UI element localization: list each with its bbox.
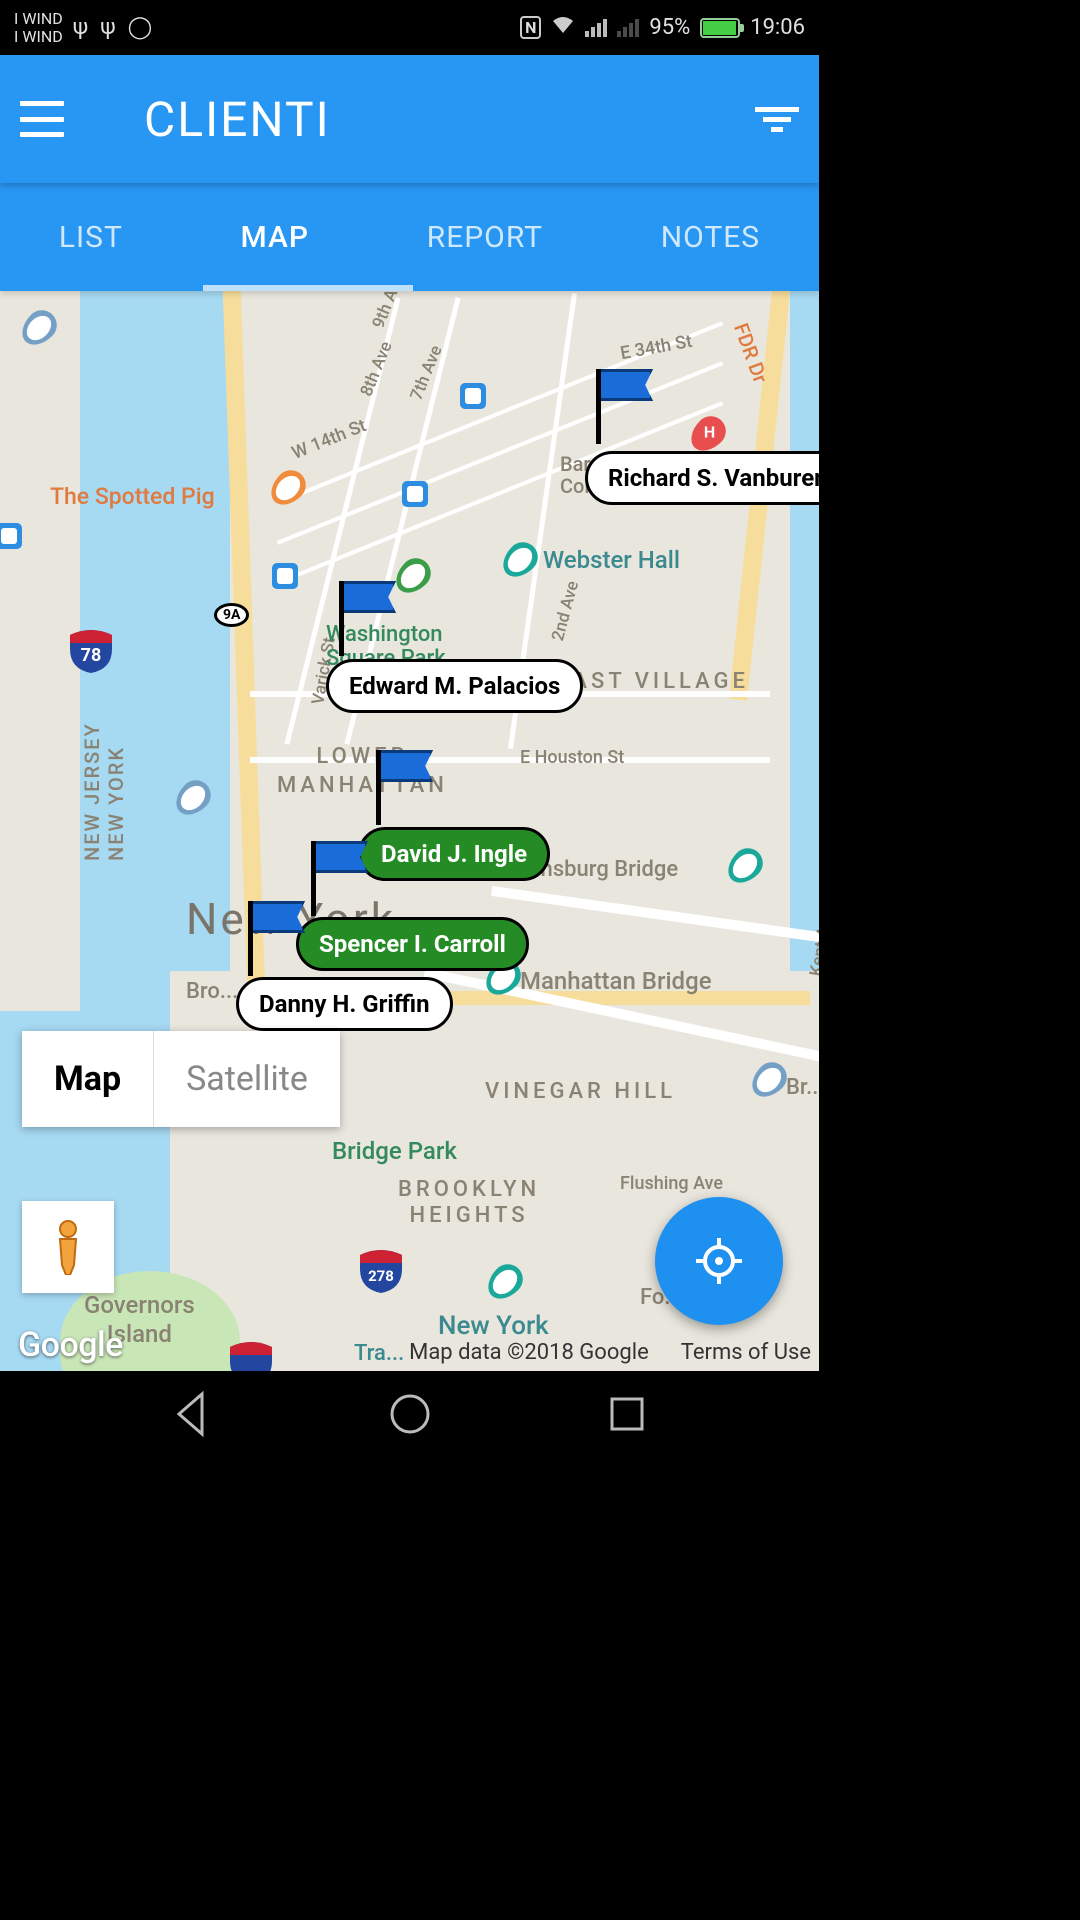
area-label: Br...	[786, 1075, 819, 1100]
status-bar: I WIND I WIND ψ ψ ◯ N 95% 19:06	[0, 0, 819, 55]
street-label: Kent Ave	[806, 908, 819, 978]
area-label: BROOKLYN HEIGHTS	[398, 1177, 540, 1230]
streetview-button[interactable]	[22, 1201, 114, 1293]
battery-icon	[700, 18, 740, 38]
system-nav-bar	[0, 1371, 819, 1456]
tab-notes[interactable]: NOTES	[653, 210, 768, 265]
client-pin[interactable]	[376, 750, 381, 825]
client-label[interactable]: Richard S. Vanburen	[585, 451, 819, 505]
app-bar: CLIENTI	[0, 55, 819, 183]
interstate-shield-icon	[228, 1341, 274, 1371]
tab-list[interactable]: LIST	[51, 210, 131, 265]
client-pin[interactable]	[311, 841, 316, 916]
map-canvas[interactable]: E 34th St FDR Dr W 14th St 8th Ave 7th A…	[0, 291, 819, 1371]
transit-icon[interactable]	[0, 523, 22, 549]
signal-icon-1	[585, 19, 607, 37]
carrier-label-2: I WIND	[14, 28, 63, 46]
tab-report[interactable]: REPORT	[419, 210, 551, 265]
filter-icon[interactable]	[755, 107, 799, 132]
home-button[interactable]	[385, 1389, 435, 1439]
street-label: Flushing Ave	[620, 1173, 723, 1194]
crosshair-icon	[694, 1236, 744, 1286]
street-label: E Houston St	[520, 747, 624, 768]
poi-label: Webster Hall	[543, 546, 680, 574]
map-type-satellite-button[interactable]: Satellite	[153, 1031, 340, 1127]
client-label[interactable]: Danny H. Griffin	[236, 977, 453, 1031]
transit-icon[interactable]	[402, 481, 428, 507]
map-data-label: Map data ©2018 Google	[409, 1340, 649, 1365]
area-label: EAST VILLAGE	[556, 669, 749, 694]
client-pin[interactable]	[248, 901, 253, 976]
map-attribution: Map data ©2018 Google Terms of Use	[409, 1340, 811, 1365]
usb-icon-2: ψ	[100, 15, 115, 40]
page-title: CLIENTI	[144, 91, 331, 148]
svg-text:278: 278	[368, 1267, 394, 1285]
interstate-shield-icon: 78	[68, 629, 114, 673]
area-label: Bro...	[186, 979, 238, 1004]
area-label: NEW JERSEY NEW YORK	[80, 722, 128, 861]
sync-icon: ◯	[128, 15, 153, 40]
tab-indicator	[203, 285, 413, 291]
terms-link[interactable]: Terms of Use	[681, 1340, 811, 1365]
client-label[interactable]: Spencer I. Carroll	[296, 917, 529, 971]
back-button[interactable]	[167, 1389, 217, 1439]
menu-icon[interactable]	[20, 101, 64, 137]
map-type-toggle: Map Satellite	[22, 1031, 340, 1127]
transit-icon[interactable]	[460, 383, 486, 409]
school-pin-icon[interactable]	[169, 774, 217, 822]
recents-button[interactable]	[602, 1389, 652, 1439]
signal-icon-2	[617, 19, 639, 37]
locate-me-button[interactable]	[655, 1197, 783, 1325]
carrier-label-1: I WIND	[14, 10, 63, 28]
poi-label: The Spotted Pig	[50, 483, 215, 510]
wifi-icon	[551, 15, 575, 41]
status-icons-left: ψ ψ ◯	[73, 15, 152, 40]
clock: 19:06	[750, 15, 805, 40]
client-pin[interactable]	[339, 581, 344, 656]
google-logo: Google	[18, 1325, 123, 1365]
area-label: VINEGAR HILL	[485, 1079, 676, 1104]
nfc-icon: N	[520, 16, 541, 39]
poi-label: Tra...	[354, 1341, 404, 1366]
battery-pct: 95%	[649, 15, 690, 40]
map-type-map-button[interactable]: Map	[22, 1031, 153, 1127]
poi-label: Bridge Park	[332, 1137, 457, 1165]
tab-bar: LIST MAP REPORT NOTES	[0, 183, 819, 291]
svg-text:78: 78	[81, 645, 102, 666]
poi-label: Manhattan Bridge	[520, 967, 712, 995]
client-pin[interactable]	[596, 369, 601, 444]
transit-icon[interactable]	[272, 563, 298, 589]
client-label[interactable]: Edward M. Palacios	[326, 659, 583, 713]
client-label[interactable]: David J. Ingle	[358, 827, 550, 881]
tab-map[interactable]: MAP	[233, 210, 318, 265]
interstate-shield-icon: 278	[358, 1249, 404, 1293]
usb-icon: ψ	[73, 15, 88, 40]
poi-label: New York	[438, 1311, 549, 1341]
pegman-icon	[48, 1219, 88, 1275]
